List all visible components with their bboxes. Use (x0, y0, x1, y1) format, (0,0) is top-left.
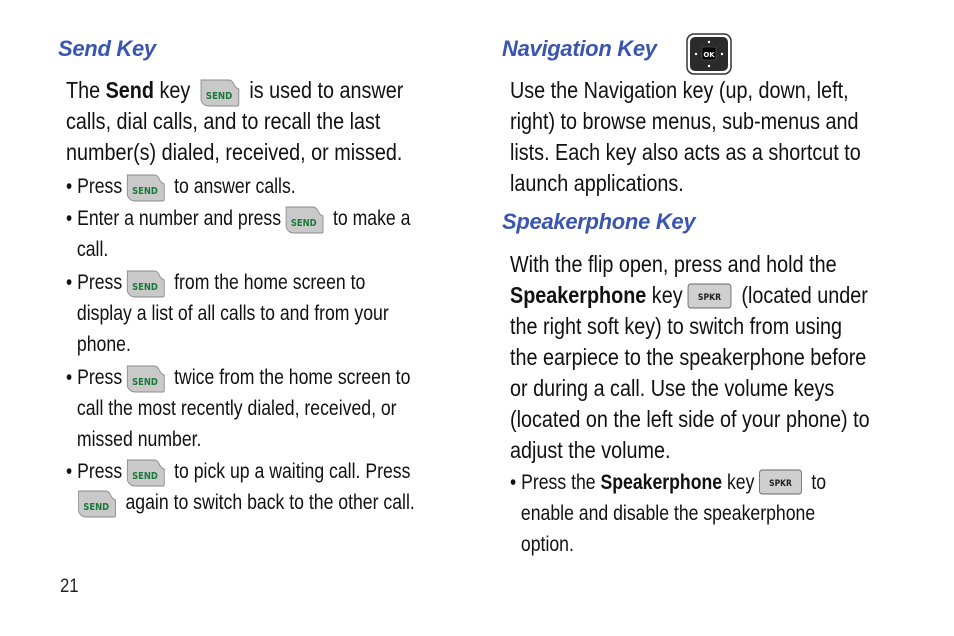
navigation-key-body: Use the Navigation key (up, down, left, … (510, 77, 861, 196)
speakerphone-key-heading: Speakerphone Key (502, 209, 696, 234)
send-bold: Send (105, 77, 154, 103)
send-key-icon (199, 78, 240, 108)
send-key-icon (126, 269, 166, 299)
send-bullet-5: • Press to pick up a waiting call. Press… (66, 456, 415, 518)
speakerphone-bullet: • Press the Speakerphone key SPKR to enab… (510, 469, 827, 556)
send-key-icon (126, 173, 166, 203)
send-key-icon (77, 489, 117, 519)
send-key-heading: Send Key (58, 36, 156, 61)
send-key-icon (126, 458, 166, 488)
page-number: 21 (60, 576, 79, 597)
svg-text:OK: OK (703, 51, 715, 59)
svg-text:SPKR: SPKR (769, 477, 792, 488)
send-bullet-4: • Press twice from the home screen to ca… (66, 364, 411, 451)
navigation-key-heading: Navigation Key (502, 36, 657, 61)
spkr-key-icon: SPKR (687, 283, 732, 309)
speakerphone-key-body: With the flip open, press and hold the S… (510, 251, 870, 463)
send-bullet-3: • Press from the home screen to display … (66, 269, 389, 356)
send-bullet-2: • Enter a number and press to make a cal… (66, 205, 411, 261)
spkr-key-icon: SPKR (759, 469, 803, 495)
svg-text:SPKR: SPKR (698, 291, 722, 302)
send-key-icon (284, 205, 324, 235)
navigation-key-icon: OK (686, 33, 732, 75)
send-key-intro: The Send key is used to answer calls, di… (66, 77, 404, 165)
send-key-icon (126, 364, 166, 394)
send-bullet-1: • Press to answer calls. (66, 171, 296, 202)
